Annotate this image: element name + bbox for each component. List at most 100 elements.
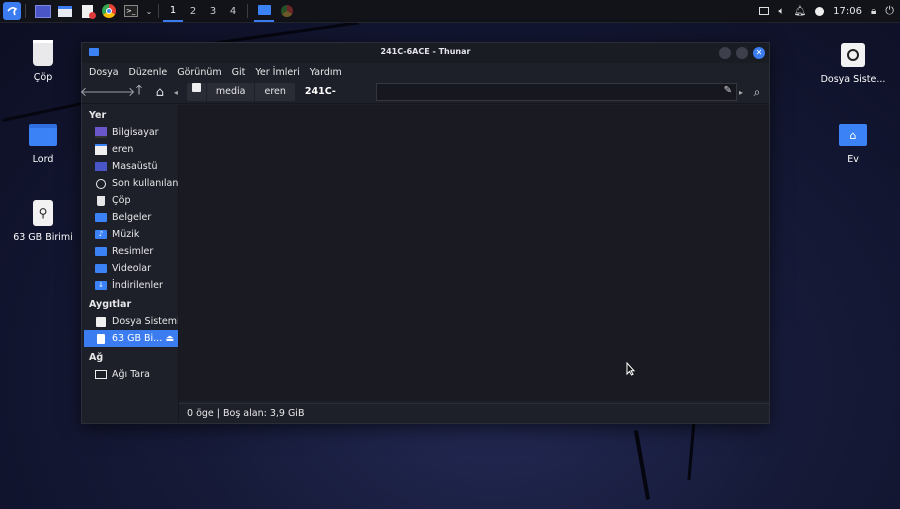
breadcrumb-root[interactable] [187,83,207,101]
sidebar: Yer Bilgisayar eren Masaüstü Son kullanı… [82,105,179,422]
menu-bar: Dosya Düzenle Görünüm Git Yer İmleri Yar… [82,63,769,81]
videos-folder-icon [95,263,107,274]
sidebar-item-usb-drive[interactable]: 63 GB Bi... ⏏ [84,330,178,347]
arrow-up-icon: 🡑 [135,83,143,98]
search-icon: ⌕ [753,84,761,99]
sidebar-item-documents[interactable]: Belgeler [82,209,178,226]
desktop-icon-usb[interactable]: ⚲ 63 GB Birimi [8,198,78,243]
trash-icon [95,195,107,206]
logout-icon[interactable]: ⏻ [885,4,894,18]
home-folder-icon [95,144,107,155]
desktop-icon-label: Lord [32,154,54,165]
chrome-icon[interactable] [100,2,118,20]
sidebar-item-pictures[interactable]: Resimler [82,243,178,260]
sidebar-item-filesystem[interactable]: Dosya Sistemi [82,313,178,330]
sidebar-item-videos[interactable]: Videolar [82,260,178,277]
close-button[interactable]: ✕ [753,47,765,59]
network-icon [95,369,107,380]
desktop-icon-home[interactable]: ⌂ Ev [818,120,888,165]
notification-bell-icon[interactable]: 🔔︎ [793,6,806,17]
update-icon[interactable] [815,6,825,16]
breadcrumb-scroll-left[interactable]: ◂ [172,83,180,101]
menu-bookmarks[interactable]: Yer İmleri [255,67,299,78]
display-icon[interactable] [759,7,770,15]
search-button[interactable]: ⌕ [748,83,766,101]
clock[interactable]: 17:06 [833,6,862,17]
breadcrumb: media eren 241C-6ACE [186,83,373,115]
usb-drive-icon [95,333,107,344]
clock-icon [95,178,107,189]
sidebar-item-computer[interactable]: Bilgisayar [82,124,178,141]
documents-folder-icon [95,212,107,223]
drive-icon [191,83,201,92]
show-desktop-icon[interactable] [34,2,52,20]
up-button[interactable]: 🡑 [130,83,148,101]
home-button[interactable]: ⌂ [151,83,169,101]
desktop-icon [95,161,107,172]
home-icon: ⌂ [155,84,165,100]
music-folder-icon: ♪ [95,229,107,240]
forward-button[interactable]: 🡒 [101,83,136,101]
lock-icon[interactable]: 🔒︎ [871,6,876,17]
volume-icon[interactable]: 🔈︎ [778,6,784,17]
breadcrumb-scroll-right[interactable]: ▸ [737,83,745,101]
sidebar-item-downloads[interactable]: ↓ İndirilenler [82,277,178,294]
breadcrumb-media[interactable]: media [207,83,256,101]
menu-view[interactable]: Görünüm [177,67,221,78]
taskbar: >_ ⌄ 1 2 3 4 🔈︎ 🔔︎ 17:06 🔒︎ ⏻ [0,0,900,23]
toolbar: 🡐 🡒 🡑 ⌂ ◂ media eren 241C-6ACE ✎ ▸ ⌕ [80,81,769,115]
sidebar-section-devices: Aygıtlar [89,299,132,310]
app-menu-icon[interactable] [3,2,21,20]
sidebar-item-recent[interactable]: Son kullanılan [82,175,178,192]
menu-help[interactable]: Yardım [310,67,342,78]
pictures-folder-icon [95,246,107,257]
status-bar: 0 öge | Boş alan: 3,9 GiB [179,403,769,423]
location-input[interactable]: ✎ [375,83,738,101]
desktop-icon-label: Dosya Siste... [820,74,886,85]
terminal-icon[interactable]: >_ [122,2,140,20]
breadcrumb-current[interactable]: 241C-6ACE [295,83,373,115]
edit-pencil-icon[interactable]: ✎ [724,85,732,96]
workspace-4[interactable]: 4 [223,0,243,22]
breadcrumb-eren[interactable]: eren [255,83,296,101]
harddisk-icon [838,40,868,70]
sidebar-item-home[interactable]: eren [82,141,178,158]
minimize-button[interactable] [719,47,731,59]
chevron-down-icon[interactable]: ⌄ [144,2,154,20]
menu-edit[interactable]: Düzenle [129,67,168,78]
eject-icon[interactable]: ⏏ [165,334,174,344]
sidebar-item-trash[interactable]: Çöp [82,192,178,209]
sidebar-item-music[interactable]: ♪ Müzik [82,226,178,243]
workspace-2[interactable]: 2 [183,0,203,22]
sidebar-section-network: Ağ [89,352,104,363]
downloads-folder-icon: ↓ [95,280,107,291]
sidebar-item-browse-network[interactable]: Ağı Tara [82,366,178,383]
window-title: 241C-6ACE - Thunar [380,47,471,56]
menu-file[interactable]: Dosya [89,67,119,78]
home-folder-icon: ⌂ [838,120,868,150]
title-bar[interactable]: 241C-6ACE - Thunar ✕ [82,43,769,63]
mouse-cursor-icon [626,362,635,376]
sidebar-section-places: Yer [89,110,107,121]
workspace-1[interactable]: 1 [163,0,183,22]
desktop-icon-label: 63 GB Birimi [13,232,73,243]
file-manager-icon[interactable] [56,2,74,20]
trash-icon [28,38,58,68]
file-view[interactable] [179,105,769,401]
desktop-icon-lord[interactable]: Lord [8,120,78,165]
desktop-icon-label: Çöp [33,72,53,83]
maximize-button[interactable] [736,47,748,59]
taskbar-chrome-window[interactable] [278,2,296,20]
sidebar-item-desktop[interactable]: Masaüstü [82,158,178,175]
folder-icon [28,120,58,150]
workspace-3[interactable]: 3 [203,0,223,22]
menu-go[interactable]: Git [232,67,246,78]
text-editor-icon[interactable] [78,2,96,20]
desktop-icon-trash[interactable]: Çöp [8,38,78,83]
computer-icon [95,127,107,138]
thunar-window: 241C-6ACE - Thunar ✕ Dosya Düzenle Görün… [80,42,770,424]
desktop-icon-filesystem[interactable]: Dosya Siste... [818,40,888,85]
usb-drive-icon: ⚲ [28,198,58,228]
desktop-icon-label: Ev [847,154,859,165]
taskbar-thunar-window[interactable] [254,0,274,22]
